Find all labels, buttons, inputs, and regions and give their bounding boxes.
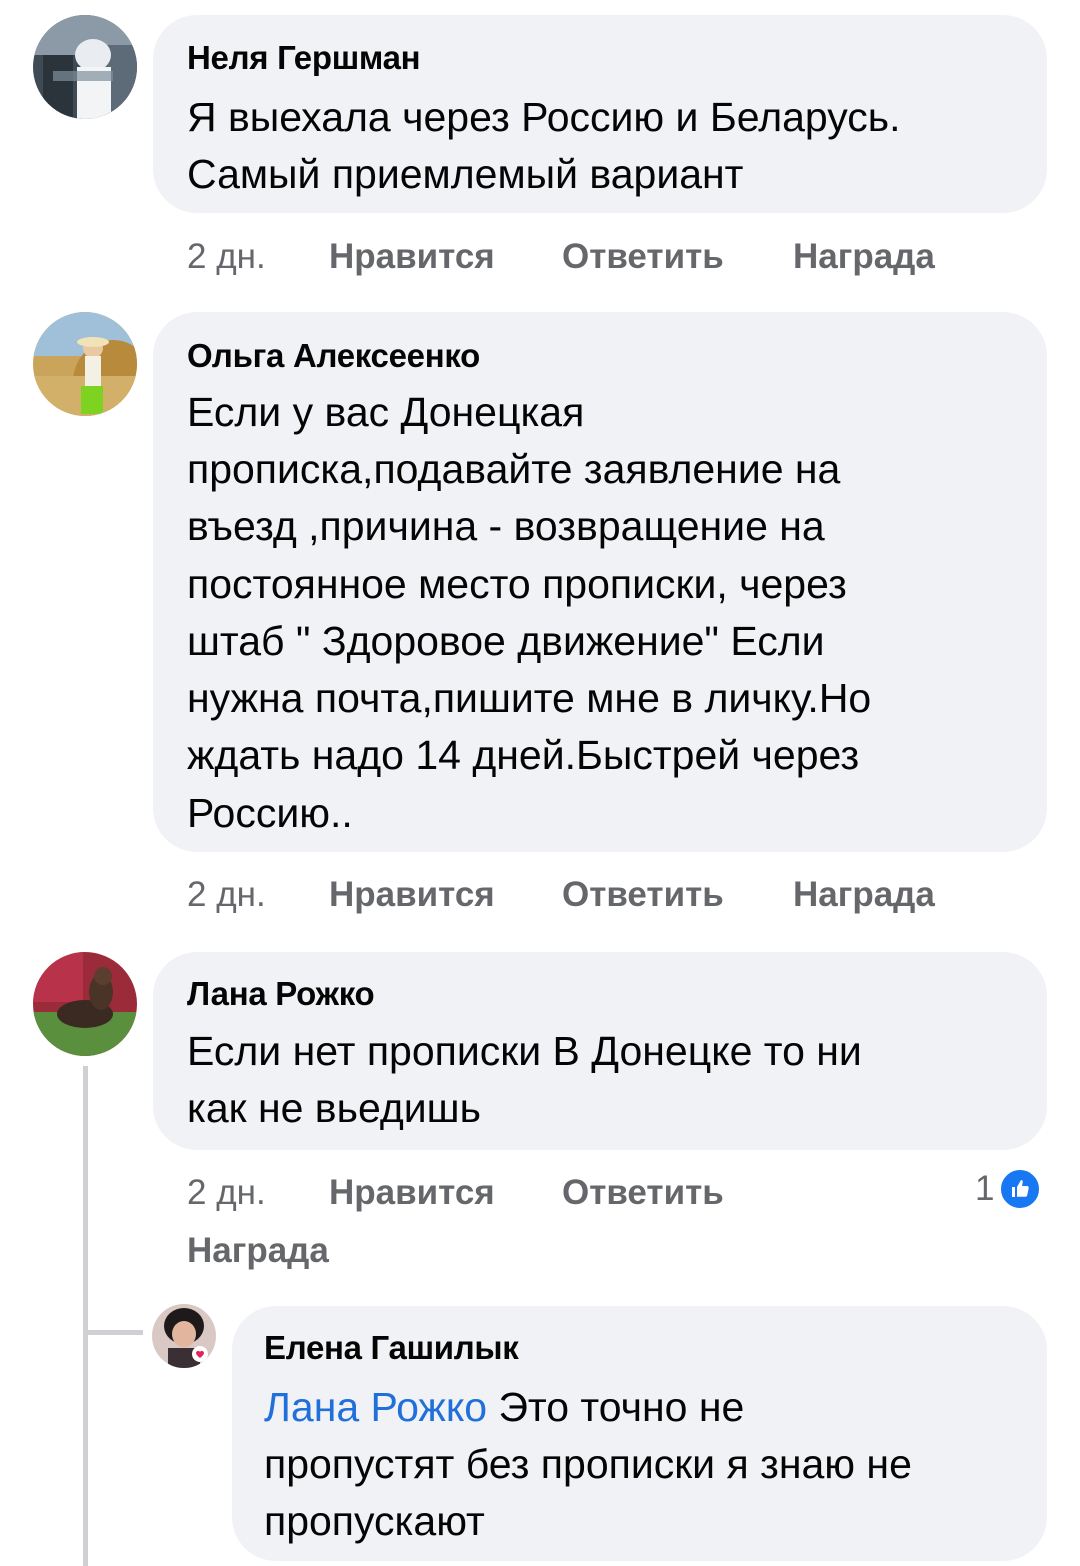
avatar-photo-icon [152,1304,216,1368]
reaction-count: 1 [975,1169,995,1208]
like-button[interactable]: Нравится [329,874,495,916]
reply-text-line: Лана Рожко Это точно не [264,1383,744,1431]
reply-text-line: пропускают [264,1498,485,1544]
comment-text-line: въезд ,причина - возвращение на [187,503,825,549]
avatar-photo-icon [33,952,137,1056]
avatar[interactable] [33,15,137,119]
award-button[interactable]: Награда [187,1230,329,1272]
avatar-photo-icon [33,312,137,416]
reply-text-line: пропустят без прописки я знаю не [264,1441,912,1487]
comment-text-line: прописка,подавайте заявление на [187,446,841,492]
comment-text-line: Самый приемлемый вариант [187,151,744,197]
mention-link[interactable]: Лана Рожко [264,1384,487,1430]
comment-timestamp[interactable]: 2 дн. [187,1172,266,1214]
reply-author[interactable]: Елена Гашилык [264,1328,519,1368]
thread-connector-branch [83,1330,143,1335]
comment-text-line: Если у вас Донецкая [187,389,585,435]
avatar[interactable] [152,1304,216,1368]
reply-button[interactable]: Ответить [562,236,724,278]
comment-text-line: Если нет прописки В Донецке то ни [187,1028,862,1074]
award-button[interactable]: Награда [793,874,935,916]
avatar[interactable] [33,952,137,1056]
thumbs-up-icon [998,1167,1043,1211]
comment-text-line: Я выехала через Россию и Беларусь. [187,94,901,140]
award-button[interactable]: Награда [793,236,935,278]
comment-timestamp[interactable]: 2 дн. [187,874,266,916]
like-button[interactable]: Нравится [329,236,495,278]
comment-text-line: ждать надо 14 дней.Быстрей через [187,732,860,778]
avatar[interactable] [33,312,137,416]
reply-button[interactable]: Ответить [562,874,724,916]
comment-author[interactable]: Неля Гершман [187,38,421,78]
comment-text-line: штаб " Здоровое движение" Если [187,618,825,664]
reply-text: Это точно не [487,1384,745,1430]
comment-text-line: нужна почта,пишите мне в личку.Но [187,675,872,721]
comment-author[interactable]: Ольга Алексеенко [187,336,480,376]
reaction-summary[interactable]: 1 [975,1167,1043,1211]
comment-text-line: постоянное место прописки, через [187,561,847,607]
avatar-photo-icon [33,15,137,119]
reply-button[interactable]: Ответить [562,1172,724,1214]
comment-text-line: как не вьедишь [187,1085,481,1131]
comment-timestamp[interactable]: 2 дн. [187,236,266,278]
comment-text-line: Россию.. [187,790,353,836]
like-button[interactable]: Нравится [329,1172,495,1214]
comment-author[interactable]: Лана Рожко [187,974,375,1014]
thread-connector-line [83,1066,88,1566]
